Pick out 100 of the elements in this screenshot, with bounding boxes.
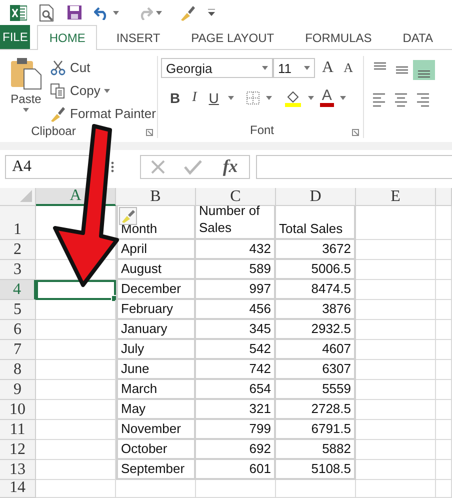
paste-button[interactable]: Paste — [6, 56, 46, 123]
row-header[interactable]: 9 — [0, 380, 36, 400]
customize-menu-icon[interactable] — [208, 9, 215, 16]
scissors-icon[interactable] — [50, 60, 66, 76]
caret-icon[interactable] — [104, 88, 110, 92]
row-header[interactable]: 3 — [0, 260, 36, 280]
column-header[interactable]: C — [196, 188, 276, 206]
font-name-field[interactable]: Georgia — [161, 58, 273, 78]
row-header[interactable]: 5 — [0, 300, 36, 320]
caret-icon[interactable] — [23, 108, 29, 112]
table-cell: 5559 — [276, 380, 356, 400]
table-cell — [436, 360, 452, 380]
row-header[interactable]: 14 — [0, 480, 36, 498]
table-cell: 432 — [196, 240, 276, 260]
table-cell: 5006.5 — [276, 260, 356, 280]
format-painter-button[interactable]: Format Painter — [50, 104, 156, 123]
table-cell: 654 — [196, 380, 276, 400]
ribbon-tab[interactable]: FORMULAS — [293, 25, 384, 49]
table-cell: 3876 — [276, 300, 356, 320]
row-header[interactable]: 6 — [0, 320, 36, 340]
caret-icon[interactable] — [228, 96, 234, 100]
table-cell: 6307 — [276, 360, 356, 380]
group-label: Font — [250, 123, 274, 137]
table-cell: 5108.5 — [276, 460, 356, 480]
table-cell — [436, 300, 452, 320]
table-cell — [436, 420, 452, 440]
redo-menu-icon[interactable] — [156, 10, 162, 14]
table-cell: 742 — [196, 360, 276, 380]
dialog-launcher-icon[interactable] — [352, 129, 359, 136]
paintbrush-icon[interactable] — [180, 4, 196, 20]
row-header[interactable]: 1 — [0, 206, 36, 240]
insert-function-button[interactable]: fx — [220, 156, 240, 177]
group-label: Clipboar — [31, 124, 76, 138]
row-header[interactable]: 8 — [0, 360, 36, 380]
table-cell: January — [116, 320, 196, 340]
ribbon-tab[interactable]: PAGE LAYOUT — [179, 25, 286, 49]
table-cell — [436, 280, 452, 300]
borders-icon[interactable] — [246, 91, 260, 105]
table-cell — [436, 340, 452, 360]
italic-button[interactable]: I — [189, 90, 200, 106]
row-header[interactable]: 7 — [0, 340, 36, 360]
underline-button[interactable]: U — [206, 90, 222, 106]
paintbrush-icon[interactable] — [50, 106, 66, 122]
ribbon-tab[interactable]: HOME — [37, 25, 98, 50]
table-cell: 5882 — [276, 440, 356, 460]
undo-menu-icon[interactable] — [113, 10, 119, 14]
caret-icon[interactable] — [340, 96, 346, 100]
ribbon-tab[interactable]: INSERT — [104, 25, 172, 49]
bold-button[interactable]: B — [167, 90, 184, 106]
column-header[interactable]: B — [116, 188, 196, 206]
caret-icon[interactable] — [262, 66, 268, 70]
column-heading: Total Sales — [276, 206, 356, 240]
table-cell: 601 — [196, 460, 276, 480]
table-cell: 692 — [196, 440, 276, 460]
caret-icon[interactable] — [304, 66, 310, 70]
dialog-launcher-icon[interactable] — [146, 129, 153, 136]
table-cell — [436, 460, 452, 480]
table-cell: February — [116, 300, 196, 320]
table-cell: August — [116, 260, 196, 280]
table-cell: 2932.5 — [276, 320, 356, 340]
table-cell: November — [116, 420, 196, 440]
column-heading: Number of Sales — [196, 206, 276, 240]
column-header[interactable]: E — [356, 188, 436, 206]
file-tab[interactable]: FILE — [0, 25, 30, 49]
shrink-font-button[interactable]: A — [340, 60, 356, 76]
table-cell — [436, 380, 452, 400]
clipboard-icon[interactable] — [9, 56, 43, 90]
row-header[interactable]: 13 — [0, 460, 36, 480]
table-cell: May — [116, 400, 196, 420]
copy-icon[interactable] — [50, 82, 66, 98]
table-cell — [436, 206, 452, 240]
caret-icon[interactable] — [308, 96, 314, 100]
copy-button[interactable]: Copy — [50, 81, 156, 100]
table-cell — [436, 480, 452, 498]
print-preview-icon[interactable] — [39, 4, 55, 22]
cut-button[interactable]: Cut — [50, 58, 156, 77]
row-header[interactable]: 2 — [0, 240, 36, 260]
excel-logo-icon[interactable] — [10, 4, 27, 20]
grow-font-button[interactable]: A — [319, 59, 337, 77]
check-icon[interactable] — [184, 158, 202, 174]
table-cell: July — [116, 340, 196, 360]
formula-field[interactable] — [256, 154, 452, 178]
table-cell — [436, 320, 452, 340]
paste-options-icon[interactable] — [119, 207, 137, 225]
caret-icon[interactable] — [266, 96, 272, 100]
more-icon[interactable] — [111, 160, 114, 172]
font-size-field[interactable]: 11 — [273, 58, 315, 78]
fill-color-icon[interactable] — [284, 89, 302, 107]
table-cell — [436, 400, 452, 420]
table-cell — [436, 260, 452, 280]
ribbon-tab[interactable]: DATA — [390, 25, 445, 49]
column-header[interactable]: D — [276, 188, 356, 206]
row-header[interactable]: 11 — [0, 420, 36, 440]
font-color-button[interactable]: A — [320, 89, 334, 107]
table-cell: 321 — [196, 400, 276, 420]
save-icon[interactable] — [67, 5, 82, 20]
table-cell: December — [116, 280, 196, 300]
row-header[interactable]: 12 — [0, 440, 36, 460]
row-header[interactable]: 10 — [0, 400, 36, 420]
row-header[interactable]: 4 — [0, 280, 36, 300]
